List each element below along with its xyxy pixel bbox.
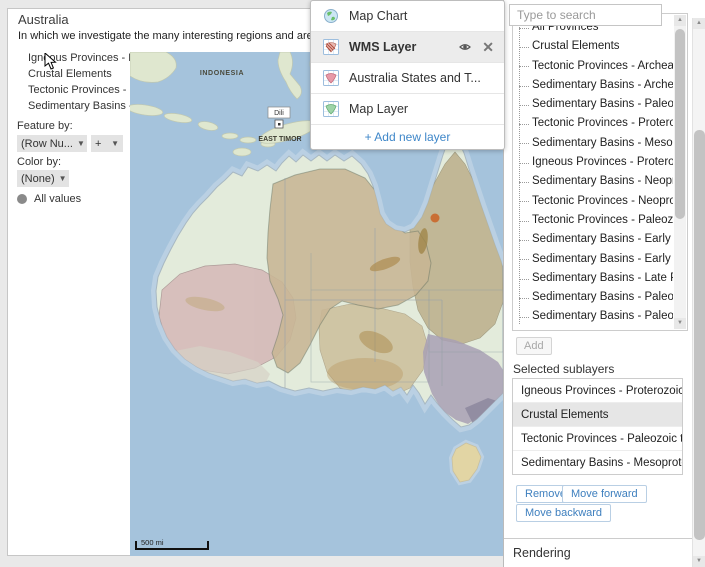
radio-dot-icon xyxy=(17,194,27,204)
sublayer-tree: All ProvincesCrustal ElementsTectonic Pr… xyxy=(512,13,688,331)
feature-by-dropdown[interactable]: (Row Nu... ▼ xyxy=(17,135,87,152)
selected-sublayer-row[interactable]: Tectonic Provinces - Paleozoic to... xyxy=(513,427,682,451)
scroll-down-icon[interactable]: ▼ xyxy=(674,318,686,329)
search-input[interactable] xyxy=(509,4,662,26)
selected-sublayer-row[interactable]: Igneous Provinces - Proterozoic t... xyxy=(513,379,682,403)
scroll-up-icon[interactable]: ▲ xyxy=(693,18,705,29)
rendering-section-header[interactable]: Rendering xyxy=(513,546,571,560)
tree-item[interactable]: Sedimentary Basins - Paleozoic... xyxy=(513,288,673,307)
feature-by-label: Feature by: xyxy=(17,120,73,132)
layer-row-wms-layer[interactable]: WMS Layer ✕ xyxy=(311,32,504,63)
layers-popup: Map Chart WMS Layer ✕ Australia States a… xyxy=(310,0,505,150)
add-feature-button[interactable]: + ▼ xyxy=(91,135,123,152)
tree-item[interactable]: Tectonic Provinces - Neoproter... xyxy=(513,192,673,211)
tree-item[interactable]: Sedimentary Basins - Archean t... xyxy=(513,76,673,95)
svg-text:Dili: Dili xyxy=(274,110,284,117)
wms-settings-panel: All ProvincesCrustal ElementsTectonic Pr… xyxy=(503,0,705,567)
tree-scrollbar[interactable]: ▲ ▼ xyxy=(674,15,686,329)
scrollbar-thumb[interactable] xyxy=(675,29,685,219)
scroll-up-icon[interactable]: ▲ xyxy=(674,15,686,26)
move-forward-button[interactable]: Move forward xyxy=(562,485,647,503)
close-icon[interactable]: ✕ xyxy=(482,40,494,54)
selected-sublayers-list: Igneous Provinces - Proterozoic t... Cru… xyxy=(512,378,683,475)
scroll-down-icon[interactable]: ▼ xyxy=(693,556,705,567)
mouse-cursor xyxy=(44,53,58,71)
chevron-down-icon: ▼ xyxy=(107,139,119,148)
tree-item[interactable]: Sedimentary Basins - Late Pale... xyxy=(513,269,673,288)
tree-item[interactable]: Crustal Elements xyxy=(513,37,673,56)
eye-icon[interactable] xyxy=(458,41,472,53)
tree-item[interactable]: Tectonic Provinces - Paleozoic t... xyxy=(513,211,673,230)
tree-item[interactable]: Sedimentary Basins - Early Pal... xyxy=(513,230,673,249)
tree-item[interactable]: Sedimentary Basins - Neoprote... xyxy=(513,172,673,191)
chevron-down-icon: ▼ xyxy=(73,139,85,148)
color-by-dropdown[interactable]: (None) ▼ xyxy=(17,170,69,187)
page-description: In which we investigate the many interes… xyxy=(18,30,311,42)
tree-item[interactable]: Sedimentary Basins - Paleozoic... xyxy=(513,307,673,326)
tree-item[interactable]: Tectonic Provinces - Proterozoic xyxy=(513,114,673,133)
page-title: Australia xyxy=(18,12,69,27)
svg-text:500 mi: 500 mi xyxy=(141,538,164,547)
selected-sublayer-row[interactable]: Crustal Elements xyxy=(513,403,682,427)
legend-item: Tectonic Provinces - Paleo xyxy=(28,82,130,98)
all-values-radio[interactable]: All values xyxy=(17,193,81,205)
tree-item[interactable]: Sedimentary Basins - Early to L... xyxy=(513,250,673,269)
selected-sublayer-row[interactable]: Sedimentary Basins - Mesoprote... xyxy=(513,451,682,475)
panel-scrollbar[interactable]: ▲ ▼ xyxy=(692,18,705,567)
add-button[interactable]: Add xyxy=(516,337,552,355)
wms-map-icon xyxy=(323,39,339,55)
east-timor-label: EAST TIMOR xyxy=(258,136,301,143)
move-backward-button[interactable]: Move backward xyxy=(516,504,611,522)
tree-item[interactable]: Sedimentary Basins - Paleoprot... xyxy=(513,95,673,114)
section-divider xyxy=(504,538,693,539)
map-layer-icon xyxy=(323,101,339,117)
scrollbar-thumb[interactable] xyxy=(694,130,705,540)
color-by-label: Color by: xyxy=(17,156,61,168)
selected-sublayers-title: Selected sublayers xyxy=(513,362,614,376)
tree-item[interactable]: Sedimentary Basins - Mesoprot... xyxy=(513,134,673,153)
layer-row-australia-states[interactable]: Australia States and T... xyxy=(311,63,504,94)
chevron-down-icon: ▼ xyxy=(55,174,67,183)
indonesia-label: INDONESIA xyxy=(200,70,244,77)
layer-row-map-chart[interactable]: Map Chart xyxy=(311,1,504,32)
layer-row-map-layer[interactable]: Map Layer xyxy=(311,94,504,125)
add-new-layer-link[interactable]: + Add new layer xyxy=(311,125,504,149)
states-map-icon xyxy=(323,70,339,86)
globe-icon xyxy=(323,8,339,24)
orange-spot xyxy=(431,214,440,223)
tree-item[interactable]: Igneous Provinces - Proterozoi... xyxy=(513,153,673,172)
legend-item: Sedimentary Basins - Meso xyxy=(28,98,130,114)
tree-item[interactable]: Tectonic Provinces - Archean to... xyxy=(513,57,673,76)
